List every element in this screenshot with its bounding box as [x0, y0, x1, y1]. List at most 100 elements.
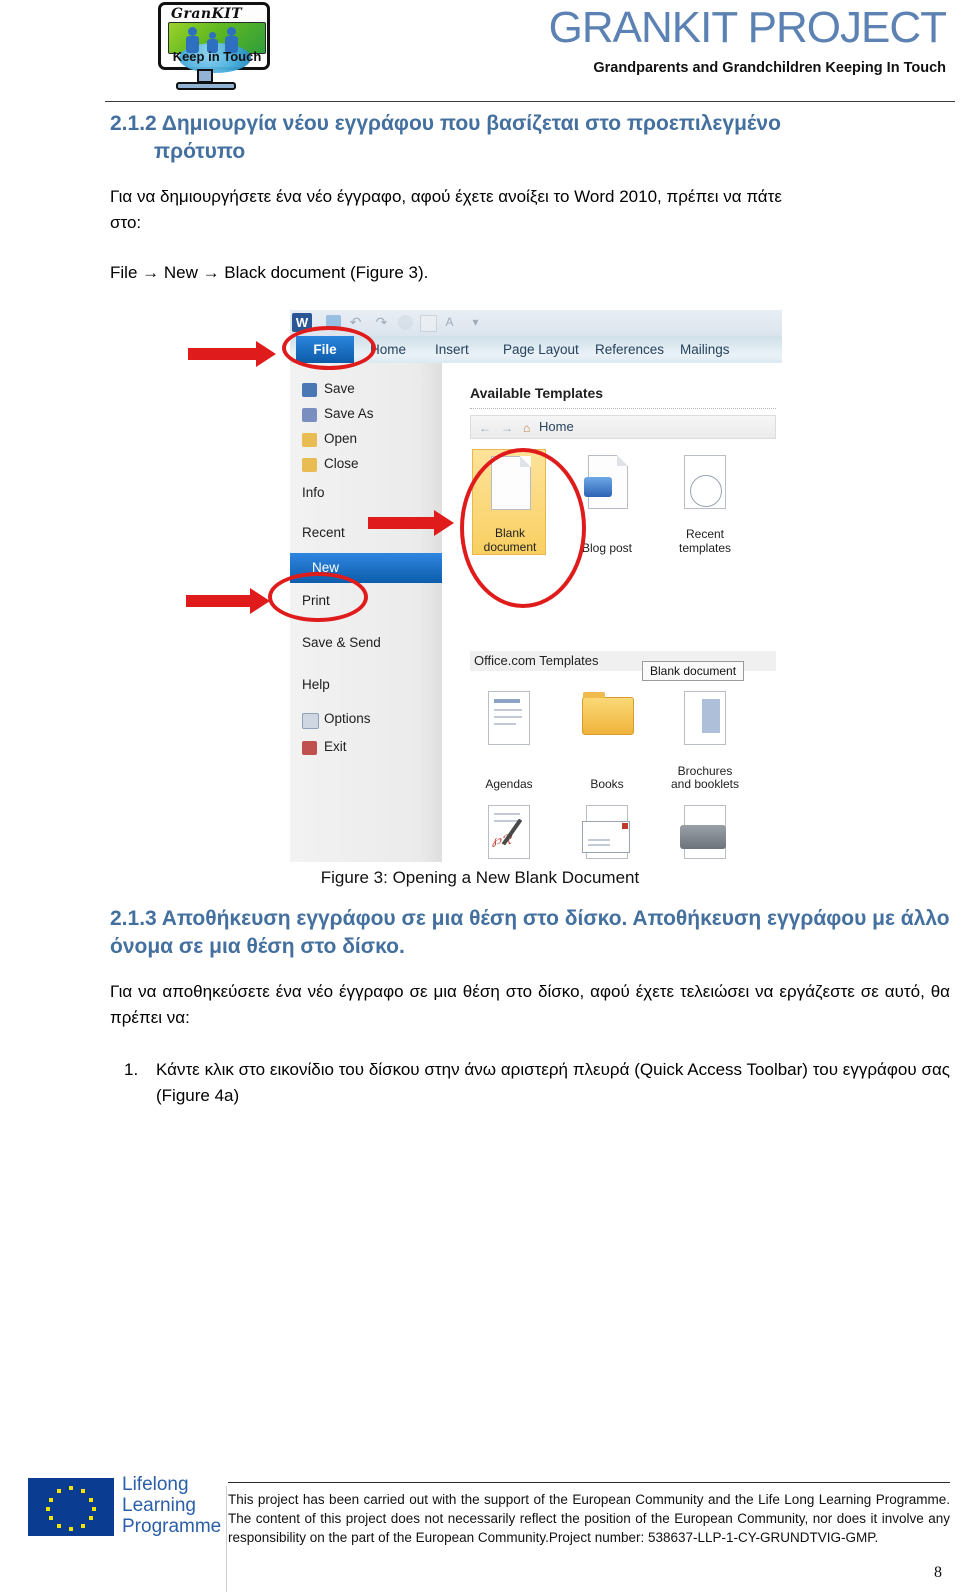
template-books[interactable]: Books [570, 685, 644, 791]
template-envelopes[interactable]: Envelopes [570, 799, 644, 862]
section-heading-213: 2.1.3 Αποθήκευση εγγράφου σε μια θέση στ… [110, 907, 950, 958]
env-line [588, 839, 610, 841]
annotation-ellipse-file [282, 326, 376, 370]
breadcrumb-home[interactable]: Home [539, 419, 574, 434]
blank-document-tooltip: Blank document [642, 661, 745, 681]
arrow-shaft [186, 595, 252, 607]
logo-title: GranKIT [171, 6, 243, 22]
page-footer: Lifelong Learning Programme This project… [0, 1472, 960, 1592]
brand-subtitle: Grandparents and Grandchildren Keeping I… [593, 60, 946, 76]
template-brochures-label: Brochures and booklets [670, 764, 740, 791]
backstage-templates-panel: Available Templates ← → ⌂ Home Blank doc… [442, 363, 782, 862]
doc-line [494, 723, 516, 725]
print-preview-icon[interactable] [398, 315, 413, 330]
panel-divider [470, 408, 776, 409]
document-page: GranKIT Keep in Touch GRANKIT PROJECT Gr… [0, 0, 960, 1592]
figure-caption: Figure 3: Opening a New Blank Document [320, 868, 640, 887]
lifelong-learning-logo-text: Lifelong Learning Programme [122, 1474, 221, 1537]
footer-vertical-divider [226, 1486, 227, 1592]
template-agendas-label: Agendas [485, 777, 533, 791]
save-icon [302, 383, 317, 397]
page-header: GranKIT Keep in Touch GRANKIT PROJECT Gr… [0, 0, 960, 104]
redo-icon[interactable]: ↷ [374, 315, 389, 330]
arrow-shaft [188, 348, 258, 360]
section-heading-212: 2.1.2 Δημιουργία νέου εγγράφου που βασίζ… [110, 110, 950, 166]
arrow-head [250, 588, 270, 614]
options-icon [302, 713, 319, 729]
env-line [588, 844, 610, 846]
font-color-icon[interactable]: A [442, 315, 457, 330]
list-item-number: 1. [124, 1060, 139, 1079]
main-content: 2.1.2 Δημιουργία νέου εγγράφου που βασίζ… [110, 110, 950, 286]
close-folder-icon [302, 458, 317, 472]
footer-disclaimer: This project has been carried out with t… [228, 1492, 950, 1545]
page-number: 8 [934, 1564, 942, 1581]
backstage-item-exit[interactable]: Exit [324, 739, 347, 754]
tab-insert[interactable]: Insert [435, 336, 469, 363]
template-brochures[interactable]: Brochures and booklets [668, 685, 742, 791]
backstage-item-help[interactable]: Help [302, 677, 330, 692]
doc-line [494, 716, 522, 718]
customize-qat-icon[interactable]: ▾ [468, 315, 483, 330]
intro-paragraph: Για να δημιουργήσετε ένα νέο έγγραφο, αφ… [110, 187, 782, 206]
list-item: 1. Κάντε κλικ στο εικονίδιο του δίσκου σ… [110, 1057, 950, 1109]
template-contracts[interactable]: ℘ℛ Contracts [472, 799, 546, 862]
arrow-head [256, 341, 276, 367]
templates-navigation-bar: ← → ⌂ Home [470, 415, 776, 439]
monitor-neck [197, 69, 213, 83]
backstage-item-options[interactable]: Options [324, 711, 371, 726]
brand-title: GRANKIT PROJECT [548, 3, 947, 52]
save-instructions-paragraph: Για να αποθηκεύσετε ένα νέο έγγραφο σε μ… [110, 982, 950, 1027]
logo-tagline: Keep in Touch [172, 49, 262, 64]
monitor-icon: GranKIT Keep in Touch [158, 2, 270, 73]
llp-line-3: Programme [122, 1516, 222, 1537]
save-as-icon [302, 408, 317, 422]
monitor-base [176, 82, 236, 90]
blog-bubble-icon [584, 477, 612, 497]
figure-head-middle [209, 32, 216, 39]
tab-mailings[interactable]: Mailings [680, 336, 730, 363]
back-arrow-icon[interactable]: ← [479, 422, 491, 434]
available-templates-title: Available Templates [470, 385, 604, 401]
tab-page-layout[interactable]: Page Layout [503, 336, 579, 363]
backstage-item-close[interactable]: Close [324, 456, 359, 471]
menu-path-line: File → New → Black document (Figure 3). [110, 263, 429, 282]
intro-paragraph-cont: στο: [110, 213, 142, 232]
tab-references[interactable]: References [595, 336, 664, 363]
template-books-label: Books [590, 777, 624, 791]
open-folder-icon [302, 433, 317, 447]
doc-line [494, 699, 520, 703]
backstage-item-save[interactable]: Save [324, 381, 355, 396]
new-document-icon[interactable] [420, 315, 437, 332]
backstage-item-save-send[interactable]: Save & Send [302, 635, 381, 650]
doc-line [494, 709, 522, 711]
backstage-item-recent[interactable]: Recent [302, 525, 345, 540]
eu-flag-icon [28, 1478, 114, 1536]
folder-icon [582, 692, 634, 735]
section-heading-line1: 2.1.2 Δημιουργία νέου εγγράφου που βασίζ… [110, 112, 781, 135]
brochure-panel [702, 699, 720, 733]
backstage-item-open[interactable]: Open [324, 431, 357, 446]
doc-line [494, 813, 520, 815]
arrow-shaft [368, 517, 436, 529]
home-icon: ⌂ [523, 421, 531, 435]
printer-icon [680, 825, 726, 849]
section-heading-line2: πρότυπο [154, 140, 246, 163]
template-agendas[interactable]: Agendas [472, 685, 546, 791]
template-faxes[interactable]: Faxes [668, 799, 742, 862]
grankit-logo: GranKIT Keep in Touch [150, 2, 280, 94]
save-steps-list: 1. Κάντε κλικ στο εικονίδιο του δίσκου σ… [110, 1057, 950, 1109]
llp-line-2: Learning [122, 1495, 196, 1516]
backstage-item-save-as[interactable]: Save As [324, 406, 374, 421]
lower-content: 2.1.3 Αποθήκευση εγγράφου σε μια θέση στ… [110, 905, 950, 1109]
backstage-item-info[interactable]: Info [302, 485, 325, 500]
template-recent-templates[interactable]: Recent templates [668, 449, 742, 555]
brand-block: GRANKIT PROJECT Grandparents and Grandch… [506, 3, 947, 77]
arrow-head [434, 510, 454, 536]
office-com-templates-label: Office.com Templates [474, 653, 599, 668]
figure-head-right [227, 27, 236, 36]
forward-arrow-icon[interactable]: → [501, 422, 513, 434]
footer-divider [228, 1482, 950, 1483]
clock-icon [690, 475, 722, 507]
llp-line-1: Lifelong [122, 1474, 189, 1495]
